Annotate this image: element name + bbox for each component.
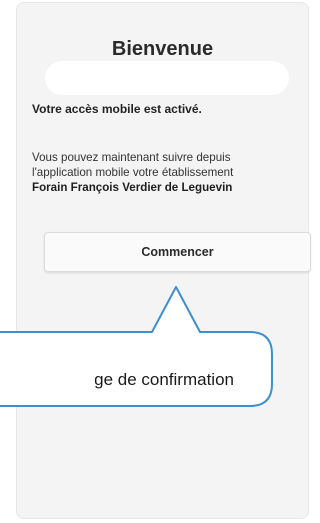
access-activated-message: Votre accès mobile est activé. bbox=[32, 102, 202, 116]
establishment-name: Forain François Verdier de Leguevin bbox=[32, 181, 233, 194]
info-line-2: l'application mobile votre établissement bbox=[32, 166, 234, 179]
establishment-info: Vous pouvez maintenant suivre depuis l'a… bbox=[32, 150, 302, 195]
user-name-placeholder bbox=[45, 61, 289, 95]
welcome-title: Bienvenue bbox=[111, 38, 214, 60]
phone-screen: Bienvenue Votre accès mobile est activé.… bbox=[16, 2, 311, 519]
info-line-1: Vous pouvez maintenant suivre depuis bbox=[32, 151, 231, 164]
start-button[interactable]: Commencer bbox=[44, 232, 311, 272]
